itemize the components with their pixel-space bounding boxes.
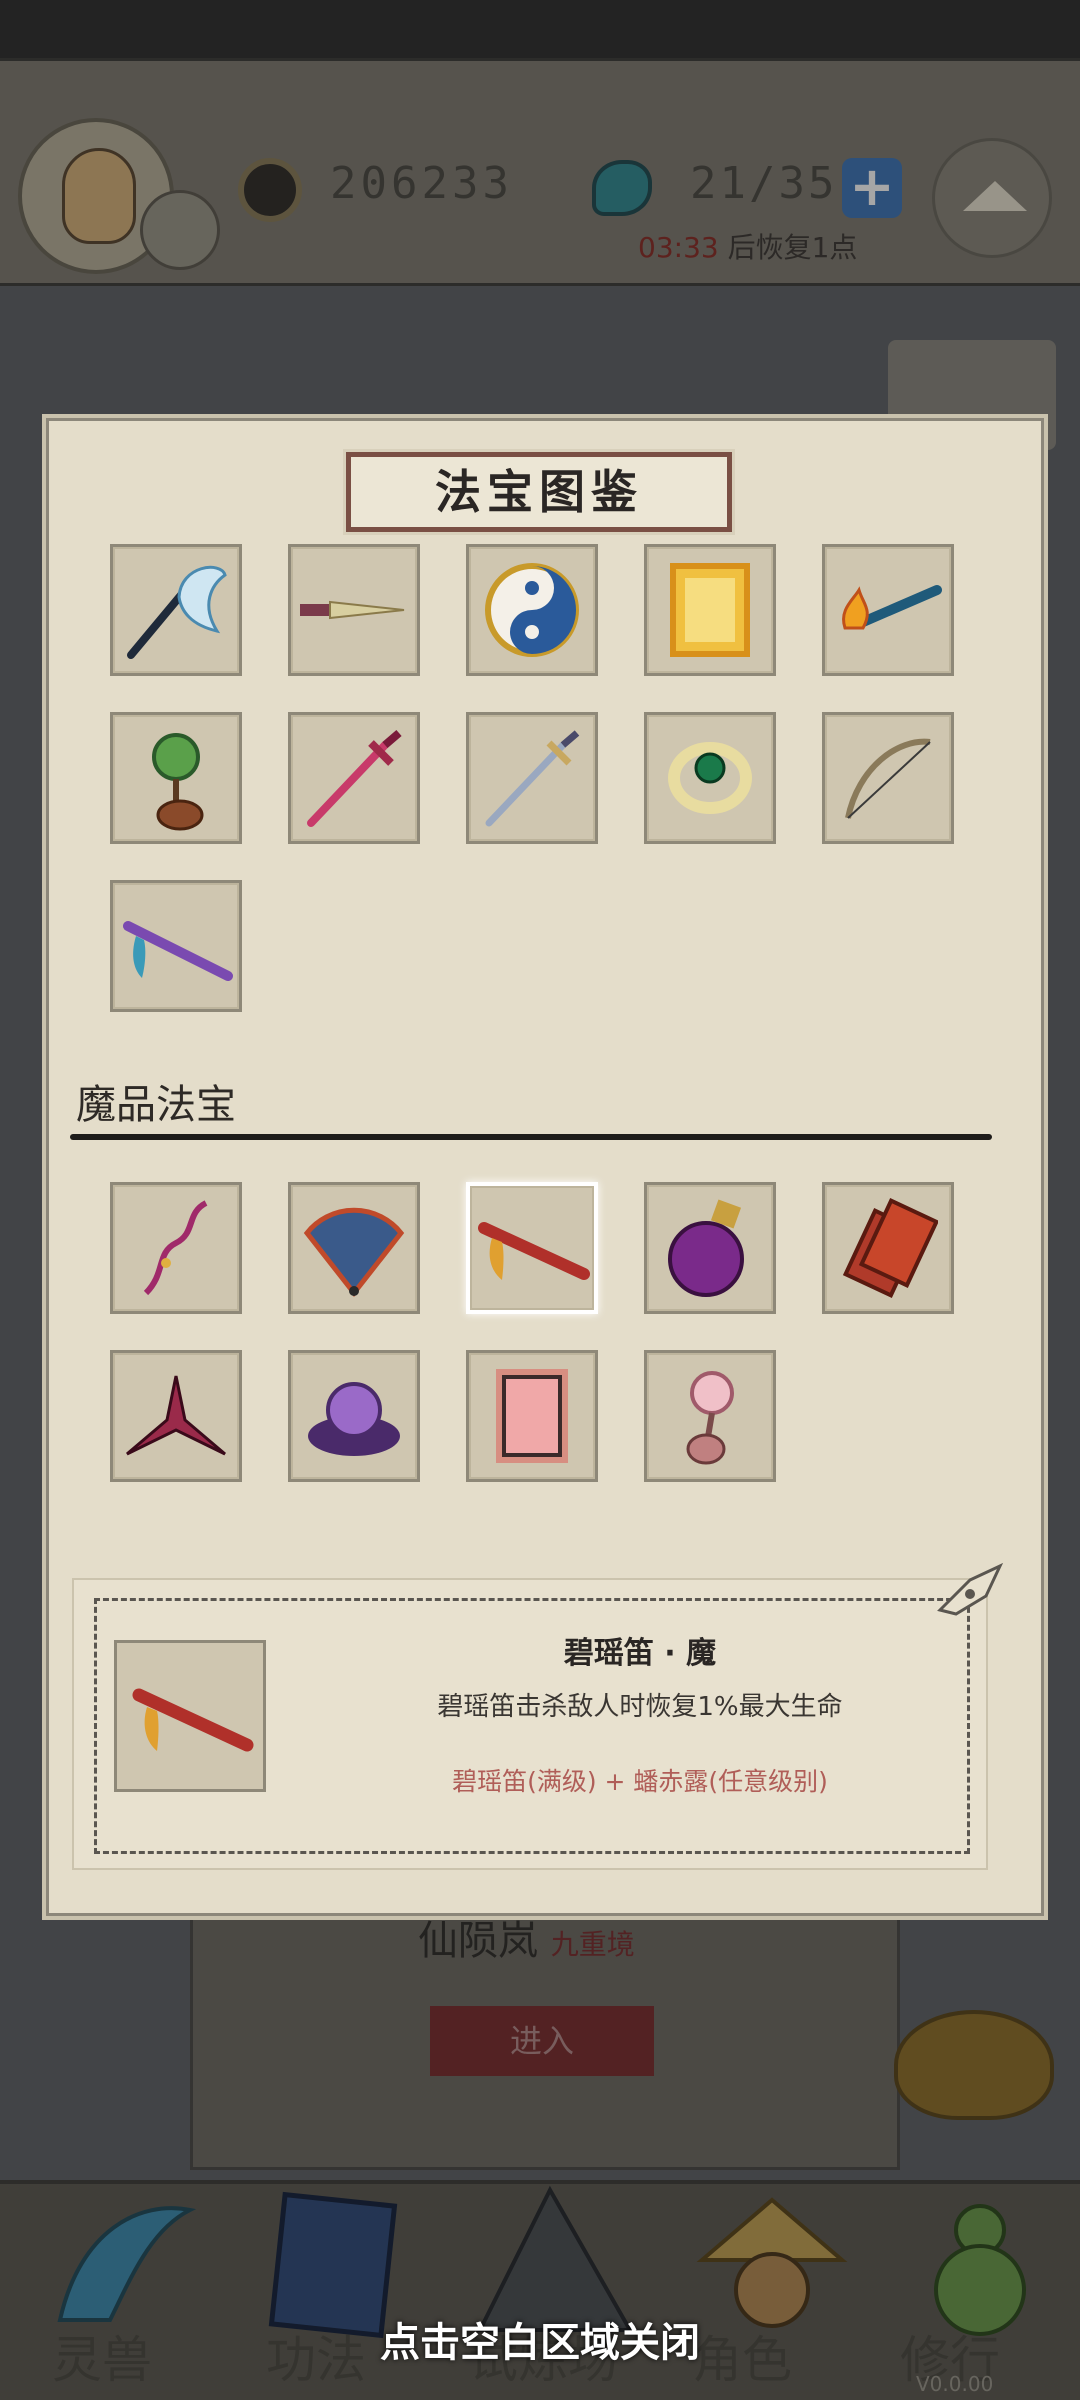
item-slot-torch-staff[interactable] [822,544,954,676]
item-slot-taiji[interactable] [466,544,598,676]
red-talisman-icon [496,1369,568,1463]
detail-item-description: 碧瑶笛击杀敌人时恢复1%最大生命 [437,1692,843,1722]
demonic-potion-icon [668,1199,744,1297]
item-slot-demonic-whisk[interactable] [110,1182,242,1314]
shuriken-icon [126,1375,226,1456]
flute-icon [123,921,233,981]
item-slot-demonic-lotus[interactable] [288,1350,420,1482]
bow-icon [845,738,931,819]
jade-gourd-icon [152,733,204,831]
demonic-flute-icon [478,1222,590,1280]
item-slot-flute[interactable] [110,880,242,1012]
item-slot-demonic-fan[interactable] [288,1182,420,1314]
section-title-demonic: 魔品法宝 [76,1082,236,1128]
demonic-fan-icon [303,1207,405,1298]
item-slot-jade-ring[interactable] [644,712,776,844]
whisk-icon [127,565,227,659]
demonic-whisk-icon [143,1200,208,1296]
shuriken-badge-icon [937,1562,1004,1616]
item-slot-shuriken[interactable] [110,1350,242,1482]
item-slot-pink-gourd[interactable] [644,1350,776,1482]
item-slot-red-talisman[interactable] [466,1350,598,1482]
jade-ring-icon [668,742,752,814]
detail-flute-icon [132,1688,254,1752]
crimson-sword-icon [307,729,402,827]
close-hint: 点击空白区域关闭 [380,2320,700,2366]
torch-staff-icon [842,585,942,630]
item-slot-demonic-flute[interactable] [466,1182,598,1314]
item-slot-bow[interactable] [822,712,954,844]
pink-gourd-icon [686,1371,734,1465]
section-divider [70,1134,992,1140]
item-slot-steel-sword[interactable] [466,712,598,844]
item-slot-crimson-sword[interactable] [288,712,420,844]
detail-item-slot [114,1640,266,1792]
dagger-icon [300,600,405,620]
golden-talisman-icon [670,563,750,657]
item-slot-golden-talisman[interactable] [644,544,776,676]
item-slot-dagger[interactable] [288,544,420,676]
item-slot-whisk[interactable] [110,544,242,676]
taiji-icon [485,563,579,657]
detail-item-name: 碧瑶笛 · 魔 [563,1636,717,1671]
item-slot-demonic-potion[interactable] [644,1182,776,1314]
steel-sword-icon [485,730,580,827]
demonic-lotus-icon [308,1382,400,1456]
demonic-talisman-icon [842,1198,938,1298]
item-slot-jade-gourd[interactable] [110,712,242,844]
item-slot-demonic-talisman[interactable] [822,1182,954,1314]
detail-item-recipe: 碧瑶笛(满级) + 蟠赤露(任意级别) [452,1767,828,1796]
modal-title: 法宝图鉴 [343,449,735,535]
